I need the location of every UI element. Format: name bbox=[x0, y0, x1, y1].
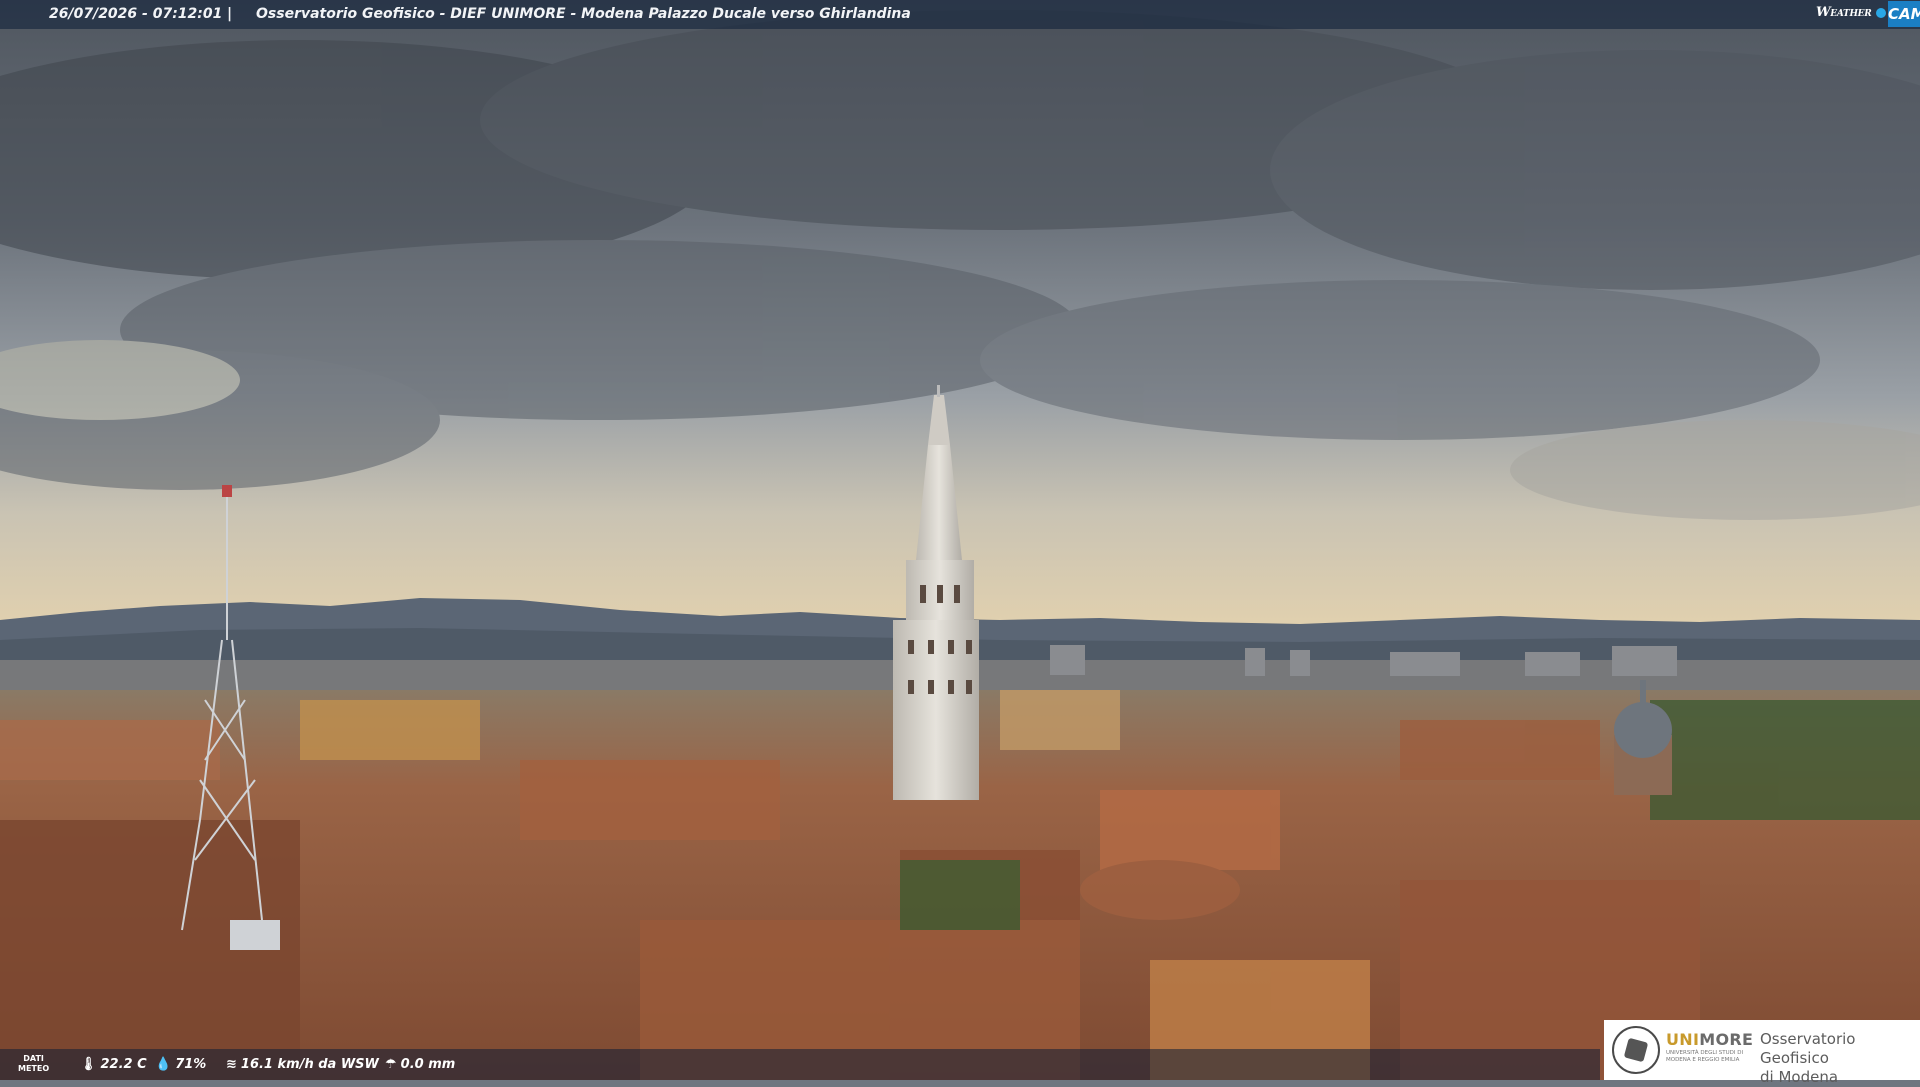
rain-reading: ☂ 0.0 mm bbox=[385, 1057, 455, 1072]
top-info-bar: 26/07/2026 - 07:12:01 | Osservatorio Geo… bbox=[0, 0, 1920, 29]
wind-value: 16.1 km/h da WSW bbox=[240, 1057, 379, 1072]
weathercam-logo: Weather CAM bbox=[1816, 0, 1920, 29]
webcam-photo bbox=[0, 0, 1920, 1080]
separator: | bbox=[227, 6, 233, 22]
thermometer-icon: 🌡 bbox=[80, 1057, 97, 1072]
observatory-name: Osservatorio Geofisico di Modena bbox=[1760, 1030, 1856, 1086]
humidity-value: 71% bbox=[175, 1057, 207, 1072]
weathercam-cam-text: CAM bbox=[1888, 1, 1920, 27]
university-seal-icon bbox=[1612, 1026, 1660, 1074]
wind-reading: ≋ 16.1 km/h da WSW bbox=[226, 1057, 379, 1072]
humidity-drop-icon: 💧 bbox=[155, 1057, 172, 1072]
weathercam-weather-text: Weather bbox=[1816, 5, 1872, 20]
humidity-reading: 💧 71% bbox=[155, 1057, 206, 1072]
unimore-logo-panel: UNIMORE UNIVERSITÀ DEGLI STUDI DI MODENA… bbox=[1604, 1020, 1920, 1086]
unimore-wordmark: UNIMORE bbox=[1666, 1030, 1754, 1049]
dati-meteo-label: DATI METEO bbox=[18, 1054, 50, 1073]
weathercam-dot-icon bbox=[1876, 8, 1886, 18]
camera-location: Osservatorio Geofisico - DIEF UNIMORE - … bbox=[256, 6, 911, 22]
university-subtitle: UNIVERSITÀ DEGLI STUDI DI MODENA E REGGI… bbox=[1666, 1050, 1744, 1063]
timestamp: 26/07/2026 - 07:12:01 bbox=[49, 6, 223, 22]
weather-data-bar: DATI METEO 🌡 22.2 C 💧 71% ≋ 16.1 km/h da… bbox=[0, 1049, 1600, 1080]
rain-value: 0.0 mm bbox=[400, 1057, 456, 1072]
temperature-reading: 🌡 22.2 C bbox=[80, 1057, 147, 1072]
rain-icon: ☂ bbox=[385, 1057, 397, 1072]
temperature-value: 22.2 C bbox=[100, 1057, 147, 1072]
wind-icon: ≋ bbox=[226, 1057, 237, 1072]
